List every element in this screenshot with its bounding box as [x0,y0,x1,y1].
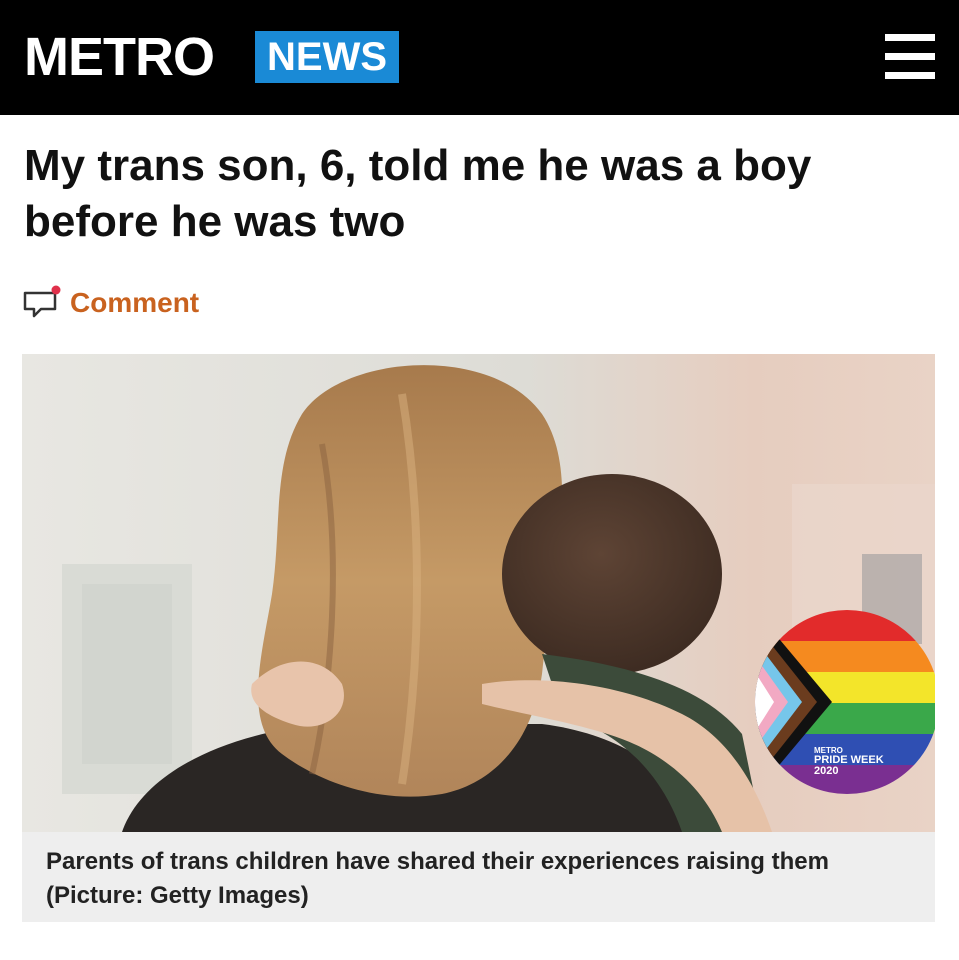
comment-bubble-icon [23,285,61,318]
hamburger-menu-icon[interactable] [885,34,935,80]
hero-photo [22,354,935,832]
article-headline: My trans son, 6, told me he was a boy be… [24,141,812,246]
site-header: METRO NEWS [0,0,959,115]
comment-link[interactable]: Comment [22,283,199,323]
image-caption: Parents of trans children have shared th… [22,832,935,922]
pride-week-badge-text: METRO PRIDE WEEK 2020 [814,746,884,777]
comment-label: Comment [70,287,200,318]
hero-image: METRO PRIDE WEEK 2020 [22,354,935,832]
metro-logo[interactable]: METRO [24,24,215,90]
pride-badge-line-2: 2020 [814,765,839,777]
section-label-news[interactable]: NEWS [255,31,399,83]
